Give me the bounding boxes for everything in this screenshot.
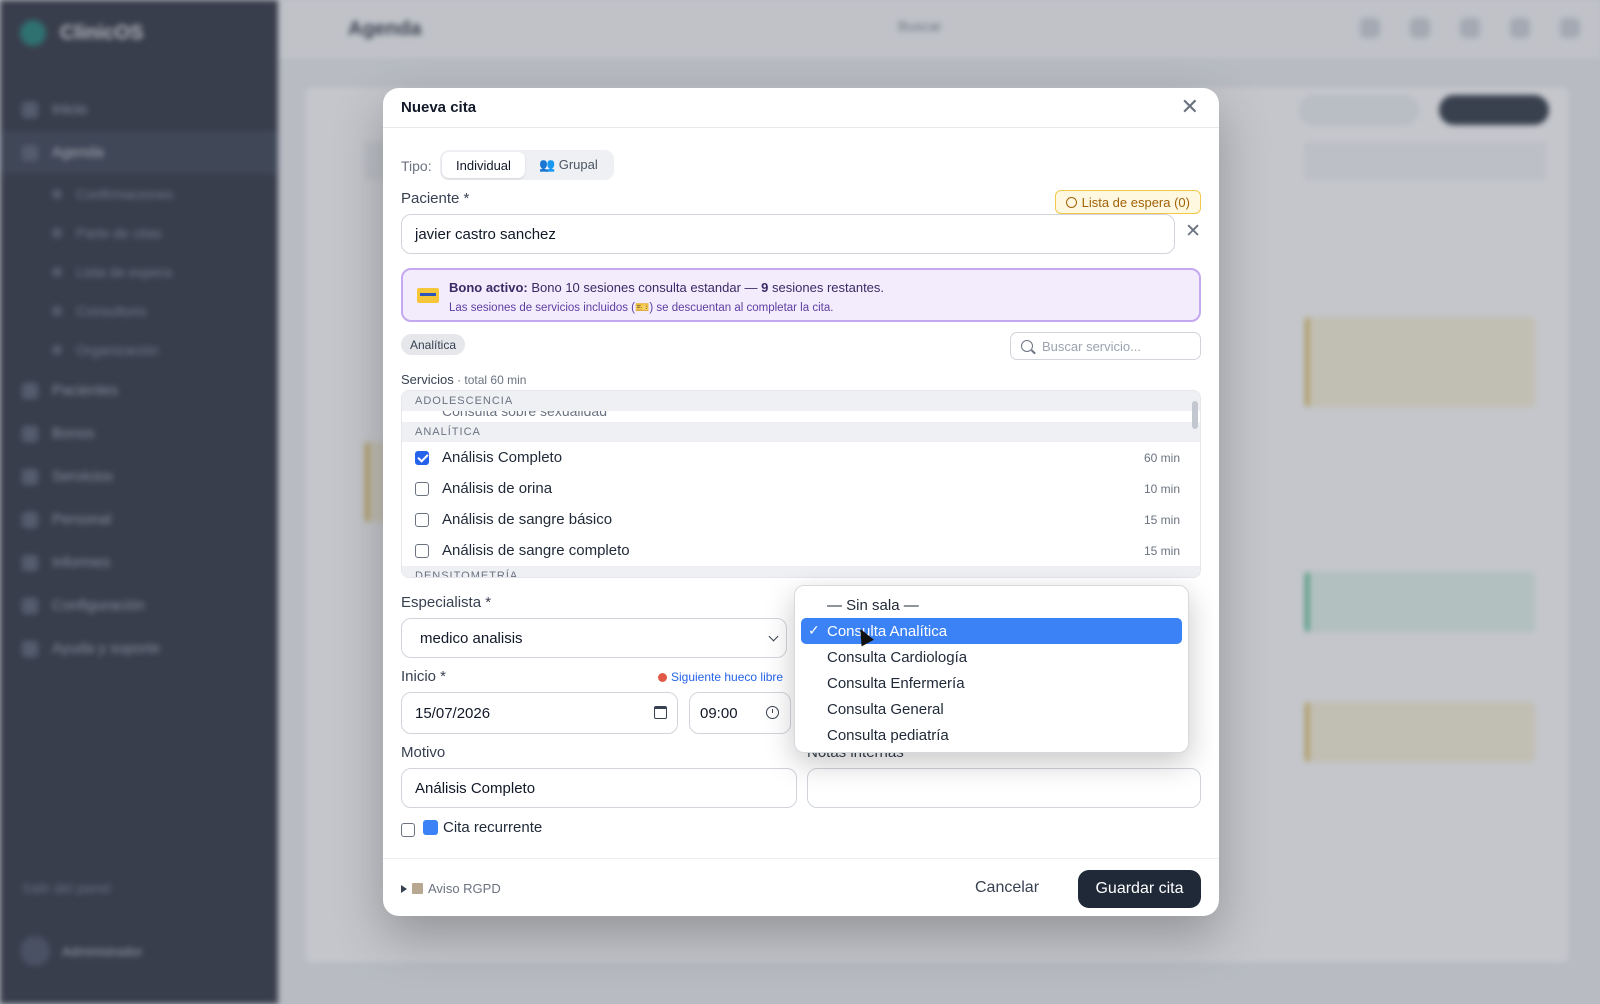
next-slot-link[interactable]: Siguiente hueco libre [658, 670, 783, 684]
service-checkbox[interactable] [415, 543, 429, 558]
recurrente-checkbox[interactable] [401, 823, 415, 837]
option-label: Consulta pediatría [827, 726, 949, 744]
tipo-label: Tipo: [401, 158, 432, 174]
paciente-label: Paciente * [401, 190, 470, 207]
tipo-individual-button[interactable]: Individual [442, 152, 525, 178]
fecha-input[interactable]: 15/07/2026 [401, 692, 678, 734]
bono-note: Las sesiones de servicios incluidos (🎫) … [449, 302, 834, 314]
service-duration: 15 min [1143, 512, 1180, 527]
bono-text-after: sesiones restantes. [768, 280, 885, 295]
especialista-label: Especialista * [401, 594, 492, 611]
service-name: Análisis Completo [442, 449, 563, 466]
clear-patient-icon[interactable]: ✕ [1185, 220, 1201, 243]
recurrente-label: Cita recurrente [443, 819, 543, 836]
target-icon [658, 672, 667, 682]
servicios-total: · total 60 min [453, 373, 527, 387]
notas-input[interactable] [807, 768, 1201, 808]
rgpd-toggle[interactable]: Aviso RGPD [401, 881, 501, 896]
calendar-icon[interactable] [654, 706, 667, 719]
motivo-label: Motivo [401, 744, 446, 761]
service-row[interactable]: Análisis de orina 10 min [402, 473, 1200, 504]
clock-icon [1065, 196, 1077, 208]
service-row[interactable]: Análisis de sangre completo 15 min [402, 535, 1200, 566]
service-search-input[interactable]: Buscar servicio... [1010, 332, 1201, 360]
dropdown-option[interactable]: Consulta General [801, 696, 1182, 722]
group-header: DENSITOMETRÍA [402, 566, 1200, 577]
motivo-value: Análisis Completo [415, 779, 536, 797]
especialista-value: medico analisis [420, 629, 523, 647]
modal-header: Nueva cita ✕ [383, 88, 1219, 128]
bono-text: Bono 10 sesiones consulta estandar — [527, 280, 762, 295]
waitlist-button[interactable]: Lista de espera (0) [1054, 190, 1201, 214]
option-label: Consulta General [827, 700, 944, 718]
service-name: Análisis de sangre completo [442, 542, 630, 559]
bono-banner: Bono activo: Bono 10 sesiones consulta e… [401, 268, 1201, 322]
fecha-value: 15/07/2026 [415, 704, 491, 722]
close-icon[interactable]: ✕ [1181, 96, 1199, 118]
save-button[interactable]: Guardar cita [1078, 870, 1201, 908]
service-row[interactable]: Análisis Completo 60 min [402, 442, 1200, 473]
service-search-placeholder: Buscar servicio... [1042, 338, 1141, 354]
rgpd-label: Aviso RGPD [428, 881, 501, 896]
service-row[interactable]: Análisis de sangre básico 15 min [402, 504, 1200, 535]
hora-input[interactable]: 09:00 [689, 692, 791, 734]
group-header: ADOLESCENCIA [402, 391, 1200, 411]
service-name: Análisis de sangre básico [442, 511, 613, 528]
especialista-select[interactable]: medico analisis [401, 618, 787, 658]
new-appointment-modal: Nueva cita ✕ Tipo: Individual 👥 Grupal P… [383, 88, 1219, 916]
document-icon [412, 883, 423, 894]
footer-divider [383, 858, 1219, 859]
service-duration: 10 min [1143, 481, 1180, 496]
list-scrollbar[interactable] [1192, 401, 1198, 429]
service-checkbox[interactable] [415, 450, 429, 465]
option-label: — Sin sala — [827, 596, 919, 614]
chevron-down-icon [768, 631, 779, 642]
dropdown-option[interactable]: Consulta pediatría [801, 722, 1182, 748]
category-chip[interactable]: Analítica [401, 334, 466, 355]
bono-strong: Bono activo: [449, 280, 528, 295]
repeat-icon [423, 820, 438, 835]
waitlist-label: Lista de espera (0) [1081, 194, 1190, 210]
checkmark-icon: ✓ [808, 622, 820, 638]
modal-title: Nueva cita [401, 99, 477, 116]
bono-summary: Bono activo: Bono 10 sesiones consulta e… [449, 280, 884, 295]
clock-icon[interactable] [766, 706, 779, 719]
ticket-icon [417, 288, 439, 303]
servicios-header: Servicios · total 60 min [401, 372, 526, 387]
option-label: Consulta Enfermería [827, 674, 965, 692]
dropdown-option[interactable]: Consulta Enfermería [801, 670, 1182, 696]
disclosure-triangle-icon [401, 884, 407, 893]
dropdown-option[interactable]: — Sin sala — [801, 592, 1182, 618]
motivo-input[interactable]: Análisis Completo [401, 768, 797, 808]
group-header: ANALÍTICA [402, 422, 1200, 442]
inicio-label: Inicio * [401, 668, 447, 685]
cancel-button[interactable]: Cancelar [961, 870, 1053, 906]
hora-value: 09:00 [700, 704, 738, 722]
service-checkbox[interactable] [415, 512, 429, 527]
search-icon [1021, 340, 1033, 352]
next-slot-label: Siguiente hueco libre [671, 670, 784, 684]
service-duration: 60 min [1143, 450, 1180, 465]
service-checkbox[interactable] [415, 481, 429, 496]
dropdown-option[interactable]: Consulta Cardiología [801, 644, 1182, 670]
servicios-label: Servicios [401, 372, 454, 387]
sala-dropdown-menu: — Sin sala — ✓ Consulta Analítica Consult… [794, 585, 1189, 753]
tipo-segmented-control: Individual 👥 Grupal [440, 150, 614, 180]
list-item[interactable]: Consulta sobre sexualidad [402, 411, 1200, 422]
option-label: Consulta Analítica [827, 622, 948, 640]
option-label: Consulta Cardiología [827, 648, 968, 666]
tipo-grupal-button[interactable]: 👥 Grupal [525, 152, 612, 178]
services-list[interactable]: ADOLESCENCIA Consulta sobre sexualidad A… [401, 390, 1201, 578]
service-duration: 15 min [1143, 543, 1180, 558]
paciente-value: javier castro sanchez [415, 225, 556, 243]
paciente-input[interactable]: javier castro sanchez [401, 214, 1175, 254]
service-name: Análisis de orina [442, 480, 553, 497]
